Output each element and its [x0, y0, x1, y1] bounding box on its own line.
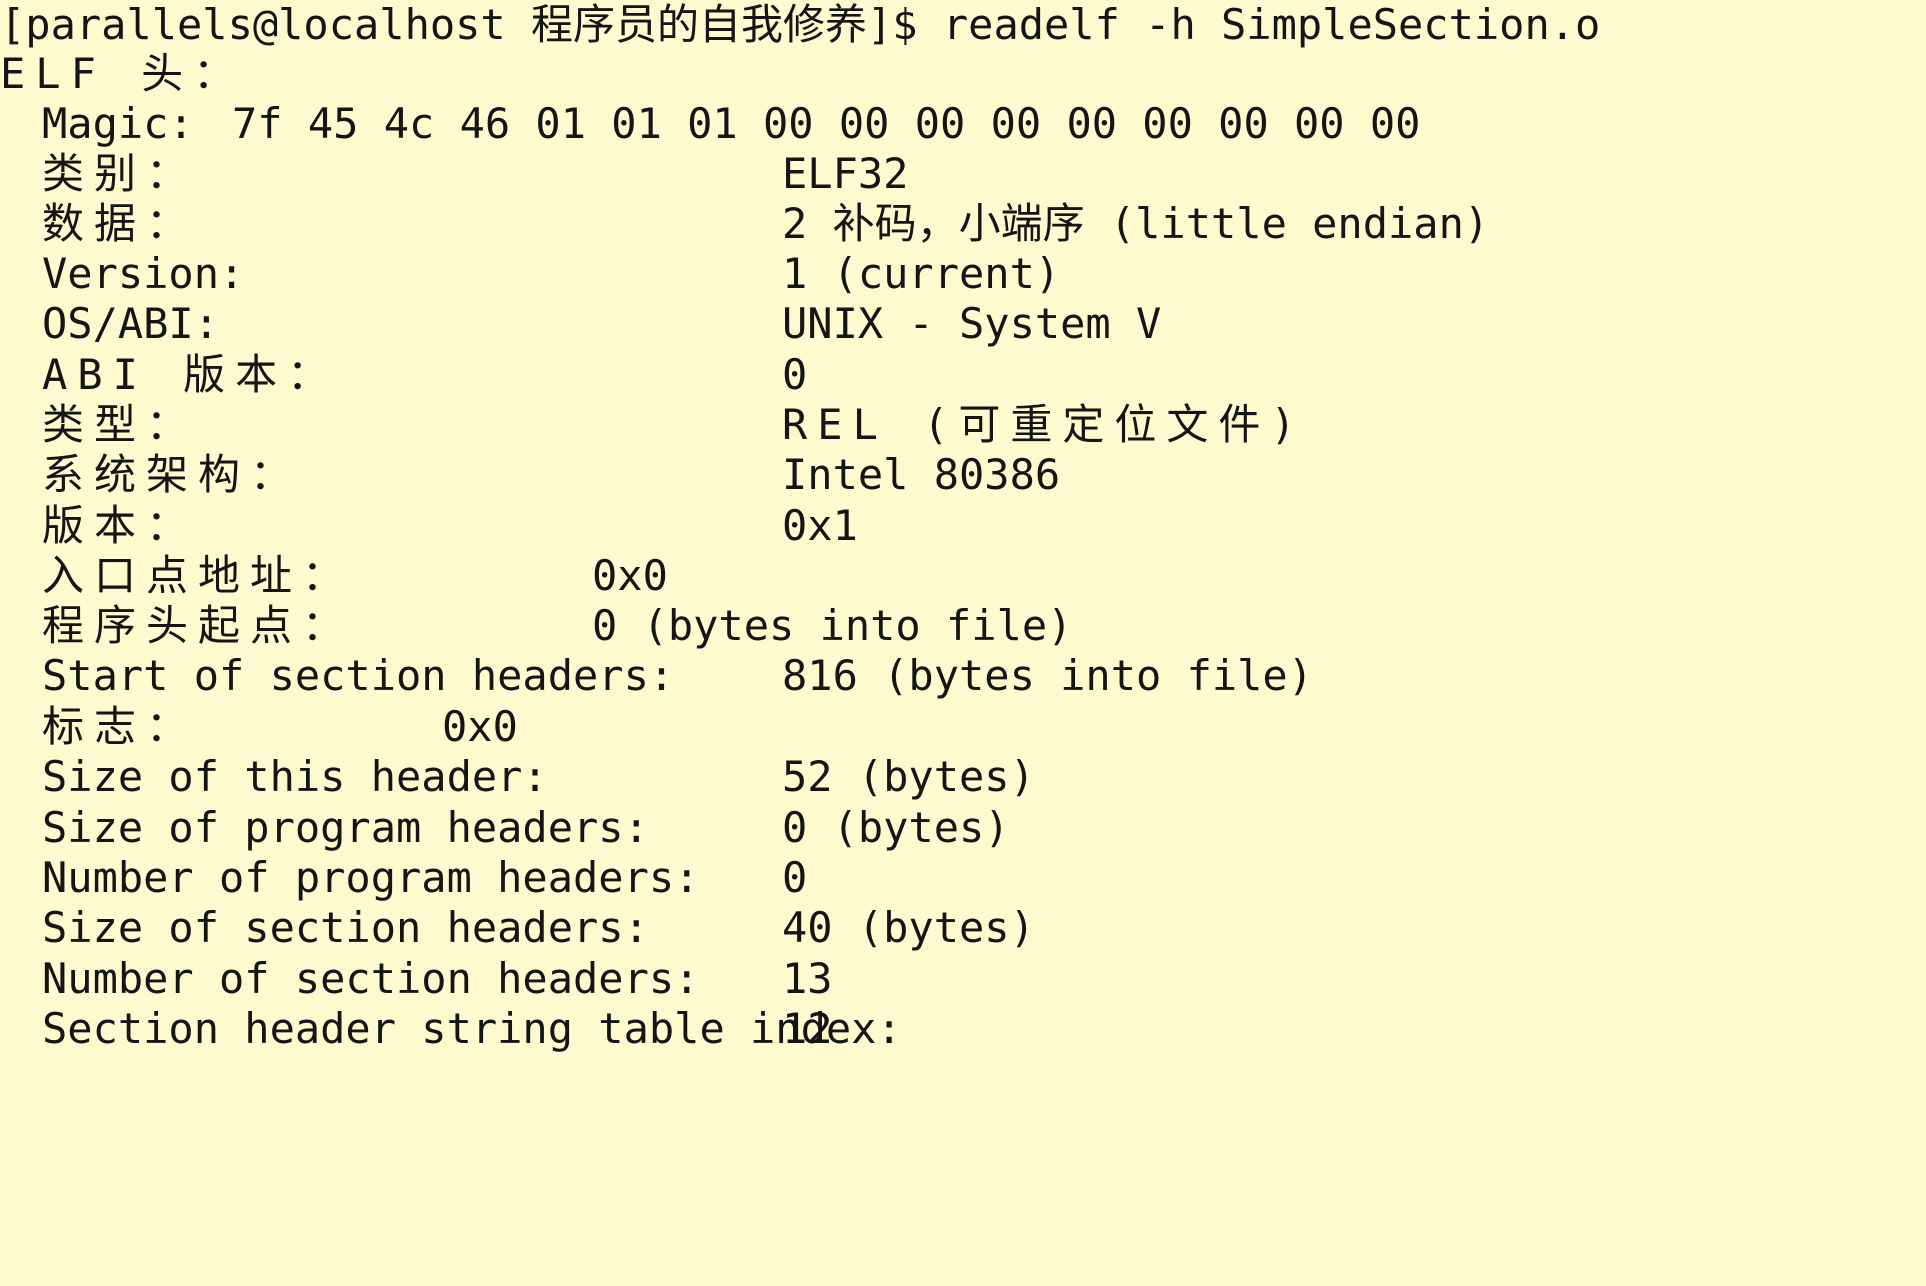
program-header-size-value: 0 (bytes): [782, 803, 1010, 852]
section-header-start-value: 816 (bytes into file): [782, 651, 1314, 700]
file-version-value: 0x1: [782, 501, 858, 550]
string-table-index-line: Section header string table index: 12: [0, 998, 902, 1060]
os-abi-value: UNIX - System V: [782, 299, 1162, 348]
string-table-index-label: Section header string table index:: [42, 1004, 902, 1053]
string-table-index-value: 12: [782, 1004, 833, 1053]
terminal-window[interactable]: [parallels@localhost 程序员的自我修养]$ readelf …: [0, 0, 1926, 1286]
